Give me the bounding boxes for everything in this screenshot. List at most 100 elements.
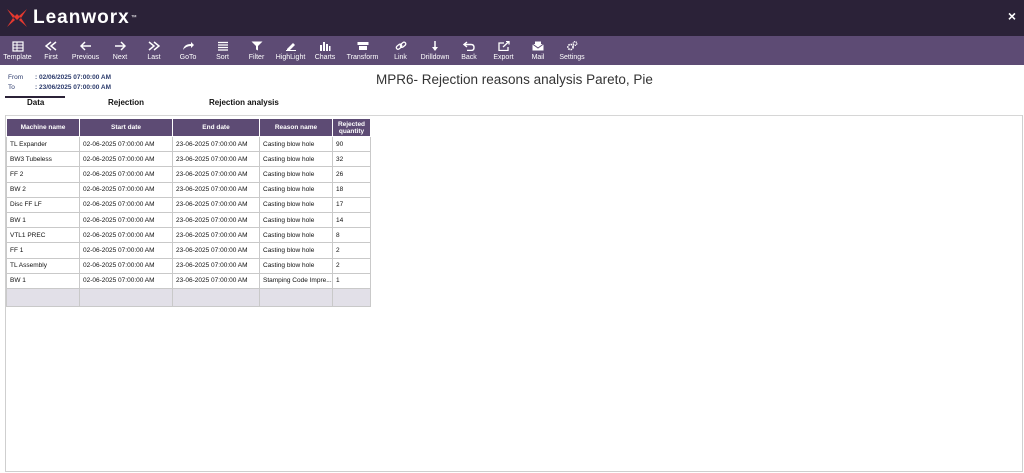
previous-icon (79, 40, 93, 52)
cell-rejected-quantity: 90 (332, 135, 371, 153)
cell-start-date: 02-06-2025 07:00:00 AM (79, 166, 173, 183)
cell-rejected-quantity: 2 (332, 257, 371, 274)
table-row[interactable]: VTL1 PREC 02-06-2025 07:00:00 AM 23-06-2… (6, 227, 371, 244)
table-row[interactable]: BW 1 02-06-2025 07:00:00 AM 23-06-2025 0… (6, 272, 371, 289)
sort-button[interactable]: Sort (205, 36, 240, 65)
settings-icon (565, 40, 579, 52)
cell-end-date: 23-06-2025 07:00:00 AM (172, 211, 260, 229)
transform-icon (356, 40, 370, 52)
column-header-end-date[interactable]: End date (172, 118, 260, 137)
cell-rejected-quantity: 17 (332, 196, 371, 213)
rejection-data-table: Machine name Start date End date Reason … (6, 118, 371, 307)
report-toolbar: Template First Previous Next Last GoTo S… (0, 36, 1024, 65)
charts-button[interactable]: Charts (308, 36, 342, 65)
column-header-reason-name[interactable]: Reason name (259, 118, 333, 137)
tab-data[interactable]: Data (27, 98, 44, 107)
cell-reason-name: Casting blow hole (259, 227, 333, 244)
cell-reason-name: Casting blow hole (259, 135, 333, 153)
cell-rejected-quantity: 32 (332, 151, 371, 168)
highlight-icon (284, 40, 298, 52)
cell-end-date: 23-06-2025 07:00:00 AM (172, 135, 260, 153)
last-button[interactable]: Last (137, 36, 171, 65)
cell-machine-name: FF 2 (6, 166, 80, 183)
cell-machine-name: TL Expander (6, 135, 80, 153)
cell-rejected-quantity: 14 (332, 211, 371, 229)
next-icon (113, 40, 127, 52)
tab-rejection-analysis[interactable]: Rejection analysis (209, 98, 279, 107)
from-value: : 02/06/2025 07:00:00 AM (35, 74, 112, 81)
cell-end-date: 23-06-2025 07:00:00 AM (172, 196, 260, 213)
cell-machine-name: BW 2 (6, 181, 80, 198)
table-empty-row (6, 287, 371, 307)
mail-icon (531, 40, 545, 52)
goto-icon (181, 40, 195, 52)
cell-end-date: 23-06-2025 07:00:00 AM (172, 272, 260, 289)
table-row[interactable]: BW3 Tubeless 02-06-2025 07:00:00 AM 23-0… (6, 151, 371, 168)
cell-end-date: 23-06-2025 07:00:00 AM (172, 242, 260, 259)
cell-reason-name: Casting blow hole (259, 166, 333, 183)
cell-rejected-quantity: 18 (332, 181, 371, 198)
cell-end-date: 23-06-2025 07:00:00 AM (172, 257, 260, 274)
table-row[interactable]: BW 1 02-06-2025 07:00:00 AM 23-06-2025 0… (6, 211, 371, 229)
table-row[interactable]: TL Assembly 02-06-2025 07:00:00 AM 23-06… (6, 257, 371, 274)
cell-start-date: 02-06-2025 07:00:00 AM (79, 211, 173, 229)
title-bar: Leanworx ™ × (0, 0, 1024, 36)
cell-rejected-quantity: 1 (332, 272, 371, 289)
date-range: From : 02/06/2025 07:00:00 AM To : 23/06… (8, 73, 111, 92)
mail-button[interactable]: Mail (521, 36, 555, 65)
column-header-machine-name[interactable]: Machine name (6, 118, 80, 137)
cell-machine-name: BW 1 (6, 272, 80, 289)
link-button[interactable]: Link (383, 36, 418, 65)
cell-machine-name: VTL1 PREC (6, 227, 80, 244)
table-row[interactable]: TL Expander 02-06-2025 07:00:00 AM 23-06… (6, 135, 371, 153)
close-icon[interactable]: × (1008, 8, 1016, 24)
cell-machine-name: TL Assembly (6, 257, 80, 274)
template-button[interactable]: Template (1, 36, 34, 65)
previous-button[interactable]: Previous (68, 36, 103, 65)
filter-icon (250, 40, 264, 52)
table-row[interactable]: Disc FF LF 02-06-2025 07:00:00 AM 23-06-… (6, 196, 371, 213)
table-row[interactable]: BW 2 02-06-2025 07:00:00 AM 23-06-2025 0… (6, 181, 371, 198)
tab-rejection[interactable]: Rejection (108, 98, 144, 107)
cell-start-date: 02-06-2025 07:00:00 AM (79, 242, 173, 259)
settings-button[interactable]: Settings (555, 36, 589, 65)
table-header-row: Machine name Start date End date Reason … (6, 118, 371, 137)
brand-logo: Leanworx ™ (6, 7, 137, 29)
transform-button[interactable]: Transform (342, 36, 383, 65)
cell-end-date: 23-06-2025 07:00:00 AM (172, 166, 260, 183)
cell-rejected-quantity: 26 (332, 166, 371, 183)
cell-end-date: 23-06-2025 07:00:00 AM (172, 151, 260, 168)
from-label: From (8, 74, 24, 81)
highlight-button[interactable]: HighLight (273, 36, 308, 65)
cell-start-date: 02-06-2025 07:00:00 AM (79, 272, 173, 289)
next-button[interactable]: Next (103, 36, 137, 65)
goto-button[interactable]: GoTo (171, 36, 205, 65)
table-row[interactable]: FF 2 02-06-2025 07:00:00 AM 23-06-2025 0… (6, 166, 371, 183)
cell-start-date: 02-06-2025 07:00:00 AM (79, 227, 173, 244)
template-icon (11, 40, 25, 52)
cell-rejected-quantity: 2 (332, 242, 371, 259)
export-button[interactable]: Export (486, 36, 521, 65)
cell-reason-name: Stamping Code Impre... (259, 272, 333, 289)
back-button[interactable]: Back (452, 36, 486, 65)
first-icon (44, 40, 58, 52)
last-icon (147, 40, 161, 52)
report-tabs: Data Rejection Rejection analysis (5, 96, 1023, 116)
cell-end-date: 23-06-2025 07:00:00 AM (172, 227, 260, 244)
export-icon (497, 40, 511, 52)
first-button[interactable]: First (34, 36, 68, 65)
cell-start-date: 02-06-2025 07:00:00 AM (79, 257, 173, 274)
sort-icon (216, 40, 230, 52)
column-header-start-date[interactable]: Start date (79, 118, 173, 137)
cell-reason-name: Casting blow hole (259, 151, 333, 168)
cell-machine-name: Disc FF LF (6, 196, 80, 213)
cell-reason-name: Casting blow hole (259, 211, 333, 229)
table-row[interactable]: FF 1 02-06-2025 07:00:00 AM 23-06-2025 0… (6, 242, 371, 259)
drilldown-icon (428, 40, 442, 52)
filter-button[interactable]: Filter (240, 36, 273, 65)
cell-start-date: 02-06-2025 07:00:00 AM (79, 151, 173, 168)
column-header-rejected-quantity[interactable]: Rejected quantity (332, 118, 371, 137)
drilldown-button[interactable]: Drilldown (418, 36, 452, 65)
report-title: MPR6- Rejection reasons analysis Pareto,… (376, 72, 653, 87)
cell-reason-name: Casting blow hole (259, 181, 333, 198)
